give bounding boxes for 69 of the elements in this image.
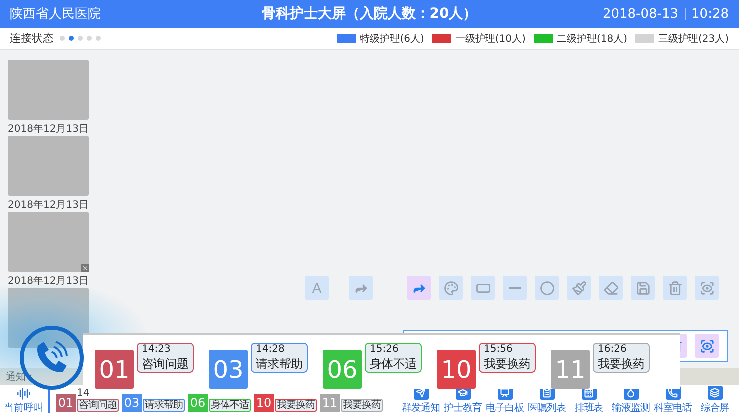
bed-number[interactable]: 01 [56, 394, 76, 412]
thumbnail-date: 2018年12月13日 [8, 123, 89, 136]
bed-number[interactable]: 03 [122, 394, 142, 412]
call-message: 我要换药 [598, 356, 645, 372]
call-message: 请求帮助 [143, 399, 185, 412]
save-button[interactable] [631, 276, 655, 300]
bed-number[interactable]: 11 [320, 394, 340, 412]
minus-icon [509, 287, 521, 289]
current-call-button[interactable]: 当前呼叫 [4, 386, 44, 414]
palette-button[interactable] [439, 276, 463, 300]
screen-title: 骨科护士大屏（入院人数：20人） [260, 5, 478, 23]
legend-label: 一级护理(10人) [455, 32, 526, 46]
call-time: 15:26 [370, 344, 400, 356]
audio-wave-icon [17, 386, 31, 400]
brush-icon [572, 280, 586, 296]
eraser-icon [604, 280, 618, 296]
forward-button[interactable] [349, 276, 373, 300]
bed-number[interactable]: 10 [254, 394, 274, 412]
nav-button[interactable]: 综合屏 [695, 386, 735, 415]
graduation-cap-icon [458, 388, 468, 398]
bed-number[interactable]: 06 [323, 350, 362, 389]
thumbnail-image[interactable] [8, 288, 89, 348]
eraser-button[interactable] [599, 276, 623, 300]
thumbnail-date: 2018年12月13日 [8, 199, 89, 212]
delete-button[interactable] [663, 276, 687, 300]
bed-number[interactable]: 03 [209, 350, 248, 389]
forward-button[interactable] [407, 276, 431, 300]
legend-label: 三级护理(23人) [658, 32, 729, 46]
legend-label: 二级护理(18人) [556, 32, 628, 46]
bed-number[interactable]: 10 [437, 350, 476, 389]
call-time: 14 [77, 389, 91, 399]
date-text: 2018-08-13 [602, 6, 679, 22]
call-message: 身体不适 [209, 399, 251, 412]
call-time: 14:28 [256, 344, 286, 356]
close-button[interactable] [81, 264, 89, 272]
thumbnail-image[interactable] [8, 136, 89, 196]
call-message: 请求帮助 [256, 356, 303, 372]
call-message: 我要换药 [341, 399, 383, 412]
legend-label: 特级护理(6人) [360, 32, 424, 46]
line-button[interactable] [503, 276, 527, 300]
thumbnail-image[interactable] [8, 212, 89, 272]
circle-button[interactable] [535, 276, 559, 300]
thumbnail-image[interactable] [8, 60, 89, 120]
bed-number[interactable]: 11 [551, 350, 590, 389]
call-message: 身体不适 [370, 356, 417, 372]
bed-number[interactable]: 01 [95, 350, 134, 389]
circle-icon [540, 280, 554, 296]
rectangle-button[interactable] [471, 276, 495, 300]
thumbnail-date: 2018年12月13日 [8, 275, 89, 288]
time-text: 10:28 [692, 6, 729, 22]
palette-icon [444, 280, 458, 296]
connection-label: 连接状态 [10, 31, 54, 46]
call-message: 咨询问题 [142, 356, 189, 372]
call-time: 14:23 [142, 344, 172, 356]
scan-eye-icon [700, 338, 714, 354]
call-message: 我要换药 [275, 399, 317, 412]
call-time: 16:26 [598, 344, 628, 356]
call-message: 我要换药 [484, 356, 531, 372]
hospital-name: 陕西省人民医院 [10, 6, 102, 23]
trash-icon [668, 280, 682, 296]
scan-eye-icon [700, 280, 714, 296]
call-time: 15:56 [484, 344, 514, 356]
call-message: 咨询问题 [77, 399, 119, 412]
scan-button[interactable] [695, 334, 719, 358]
scan-button[interactable] [695, 276, 719, 300]
save-icon [636, 280, 650, 296]
layers-icon [710, 388, 720, 398]
brush-button[interactable] [567, 276, 591, 300]
bed-number[interactable]: 06 [188, 394, 208, 412]
